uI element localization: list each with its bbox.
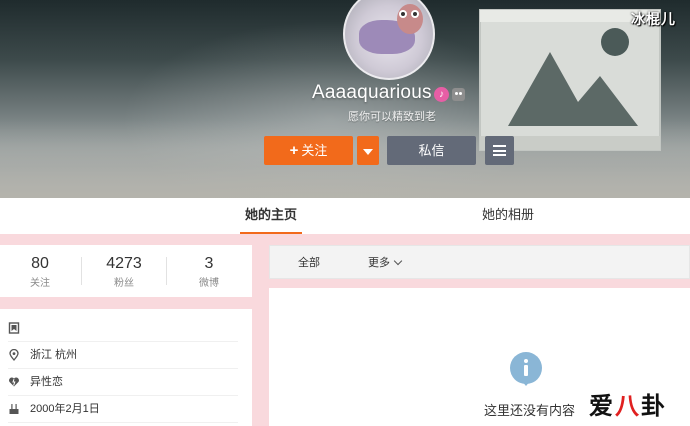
- vip-badge-icon[interactable]: ♪: [434, 87, 449, 102]
- birthday-cake-icon: [9, 404, 19, 414]
- hamburger-icon: [493, 145, 506, 156]
- stat-posts[interactable]: 3 微博: [169, 245, 249, 297]
- stat-label: 微博: [199, 278, 219, 289]
- username: Aaaaquarious: [312, 82, 432, 103]
- filter-all[interactable]: 全部: [298, 246, 320, 280]
- filter-more[interactable]: 更多: [368, 246, 403, 280]
- plus-icon: +: [289, 142, 299, 159]
- empty-state-message: 这里还没有内容: [484, 403, 576, 418]
- info-row-birthday: 2000年2月1日: [8, 396, 238, 423]
- info-row-level: [8, 315, 238, 342]
- divider: [81, 257, 82, 285]
- chevron-down-icon: [393, 256, 403, 266]
- more-menu-button[interactable]: [485, 136, 514, 165]
- avatar-toy-head: [397, 4, 423, 34]
- caret-down-icon: [363, 148, 373, 155]
- avatar-toy-eye: [399, 10, 407, 18]
- info-icon: [510, 352, 542, 386]
- stat-following[interactable]: 80 关注: [0, 245, 80, 297]
- follow-button-label: 关注: [301, 143, 328, 158]
- tab-album[interactable]: 她的相册: [472, 198, 544, 234]
- watermark-char: 爱: [589, 392, 615, 420]
- profile-info-card: 浙江 杭州 异性恋 2000年2月1日: [0, 309, 252, 426]
- location-text: 浙江 杭州: [30, 349, 78, 361]
- filter-more-label: 更多: [368, 257, 390, 269]
- stat-value: 3: [204, 255, 214, 272]
- tab-home[interactable]: 她的主页: [240, 198, 302, 234]
- bookmark-icon: [8, 322, 20, 334]
- orientation-text: 异性恋: [30, 376, 63, 388]
- robot-badge-icon[interactable]: [452, 88, 465, 101]
- profile-bio: 愿你可以精致到老: [348, 111, 436, 123]
- watermark-top: 冰棍儿: [631, 11, 676, 27]
- divider: [166, 257, 167, 285]
- stat-value: 80: [31, 255, 49, 272]
- follow-button[interactable]: + 关注: [264, 136, 353, 165]
- follow-options-button[interactable]: [357, 136, 379, 165]
- stat-label: 关注: [30, 278, 50, 289]
- stat-value: 4273: [106, 255, 142, 272]
- stats-card: 80 关注 4273 粉丝 3 微博: [0, 245, 252, 297]
- profile-cover: 冰棍儿 Aaaaquarious ♪ 愿你可以精致到老 + 关注 私信: [0, 0, 690, 198]
- heart-icon: [9, 377, 19, 387]
- watermark-char: 八: [615, 392, 641, 420]
- feed-filter-bar: 全部 更多: [269, 245, 690, 279]
- info-row-location: 浙江 杭州: [8, 342, 238, 369]
- info-row-orientation: 异性恋: [8, 369, 238, 396]
- stat-followers[interactable]: 4273 粉丝: [84, 245, 164, 297]
- watermark-char: 卦: [641, 392, 667, 420]
- location-pin-icon: [9, 349, 19, 361]
- profile-tab-bar: 她的主页 她的相册: [0, 198, 690, 234]
- stat-label: 粉丝: [114, 278, 134, 289]
- birthday-text: 2000年2月1日: [30, 403, 100, 415]
- watermark-bottom: 爱八卦: [589, 386, 667, 421]
- avatar-toy-eye: [411, 10, 419, 18]
- message-button[interactable]: 私信: [387, 136, 476, 165]
